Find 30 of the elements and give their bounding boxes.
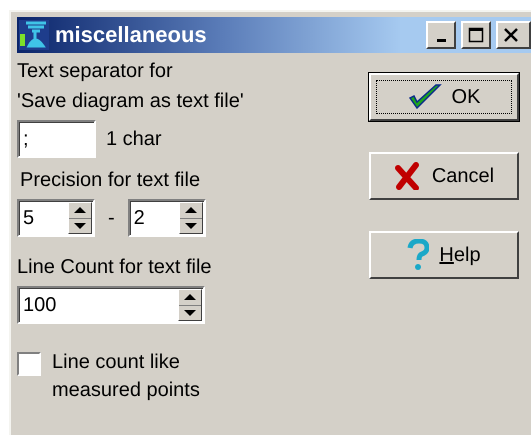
separator-dash: - (108, 206, 115, 230)
ok-button[interactable]: OK (369, 73, 519, 121)
field-label: 'Save diagram as text file' (17, 89, 244, 113)
minimize-icon (436, 38, 446, 42)
spin-field[interactable]: 5 (17, 199, 95, 237)
separator-field[interactable]: ; (17, 120, 96, 158)
maximize-icon (468, 27, 484, 43)
cancel-button[interactable]: Cancel (369, 152, 519, 200)
spin-arrows-icon[interactable] (178, 202, 203, 234)
checkbox[interactable] (17, 352, 41, 376)
close-icon (503, 27, 519, 43)
help-button[interactable]: Help (369, 231, 519, 279)
field-label: Text separator for (17, 59, 173, 83)
x-icon (394, 162, 422, 190)
close-button[interactable] (496, 21, 531, 49)
checkbox-label: Line count like (52, 350, 180, 374)
spin-field[interactable]: 2 (128, 199, 206, 237)
field-label: Line Count for text file (17, 255, 212, 279)
question-mark-icon (407, 239, 430, 271)
field-hint: 1 char (106, 127, 162, 151)
app-icon (19, 20, 49, 50)
checkmark-icon (408, 82, 442, 112)
minimize-button[interactable] (426, 21, 456, 49)
window-title: miscellaneous (55, 22, 207, 48)
maximize-button[interactable] (461, 21, 491, 49)
field-label: Precision for text file (20, 168, 200, 192)
spin-arrows-icon[interactable] (178, 289, 202, 321)
spin-arrows-icon[interactable] (68, 202, 92, 234)
spin-field[interactable]: 100 (17, 286, 205, 324)
checkbox-label: measured points (52, 378, 200, 402)
